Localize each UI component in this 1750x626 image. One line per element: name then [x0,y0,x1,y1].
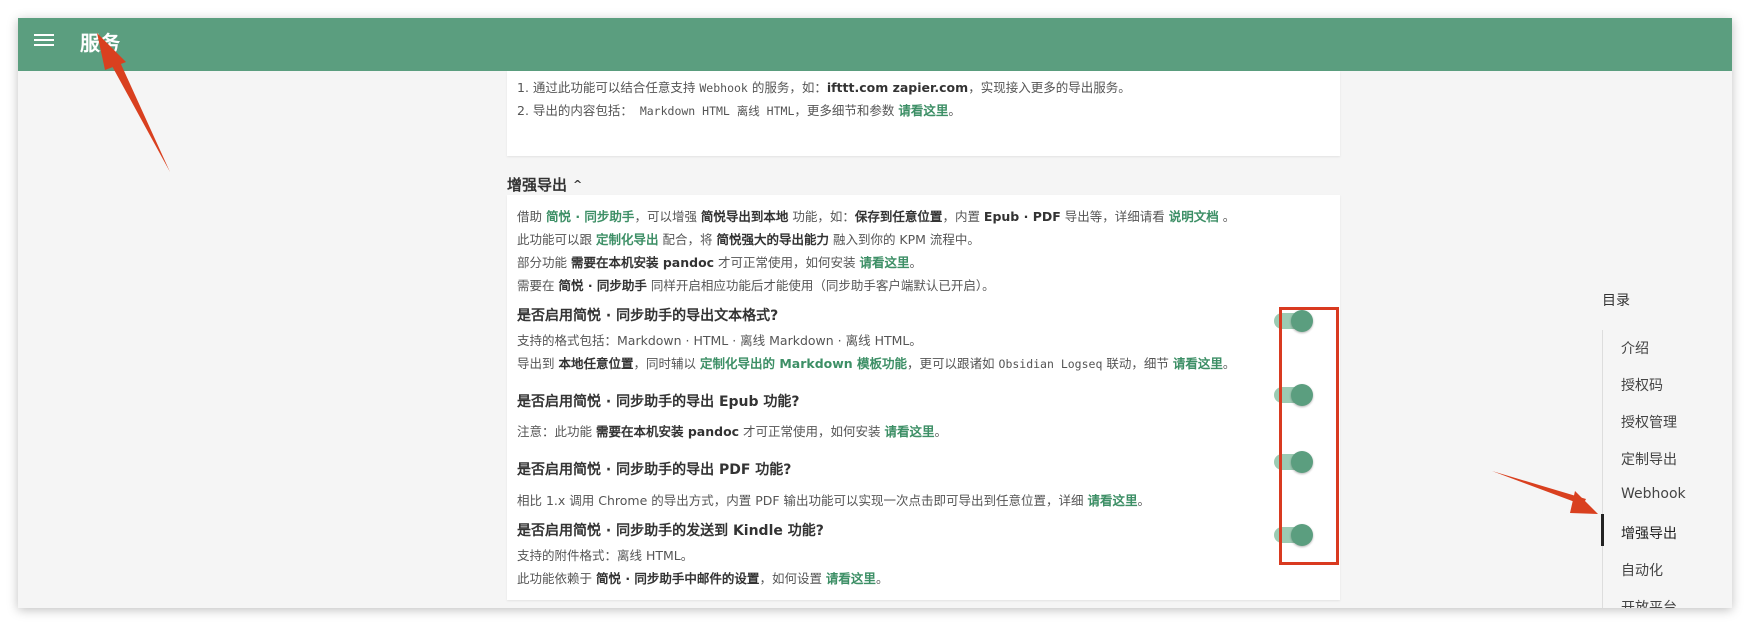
desc-line-2: 此功能可以跟 定制化导出 配合，将 简悦强大的导出能力 融入到你的 KPM 流程… [517,232,980,247]
option-kindle-desc-1: 支持的附件格式：离线 HTML。 [517,548,694,563]
text-format-details-link[interactable]: 请看这里 [1173,356,1223,371]
page-title: 服务 [80,31,120,55]
option-kindle-desc-2: 此功能依赖于 简悦 · 同步助手中邮件的设置，如何设置 请看这里。 [517,571,889,586]
app-bar: 服务 [18,18,1732,71]
toc-item-open-platform[interactable]: 开放平台 [1621,597,1677,608]
chevron-up-icon: ^ [573,178,583,191]
markdown-template-link[interactable]: 定制化导出的 Markdown 模板功能 [700,356,907,371]
toc-item-custom-export[interactable]: 定制导出 [1621,449,1677,469]
hamburger-menu-icon[interactable] [34,31,54,49]
toc-title: 目录 [1602,293,1630,309]
option-text-format-desc-2: 导出到 本地任意位置，同时辅以 定制化导出的 Markdown 模板功能，更可以… [517,356,1236,371]
desc-line-4: 需要在 简悦 · 同步助手 同样开启相应功能后才能使用（同步助手客户端默认已开启… [517,278,995,293]
desc-line-3: 部分功能 需要在本机安装 pandoc 才可正常使用，如何安装 请看这里。 [517,255,923,270]
option-epub-question: 是否启用简悦 · 同步助手的导出 Epub 功能? [517,394,800,410]
toc-item-license-management[interactable]: 授权管理 [1621,412,1677,432]
toc-item-automation[interactable]: 自动化 [1621,560,1663,580]
pandoc-install-link[interactable]: 请看这里 [860,255,910,270]
toc-active-indicator [1601,514,1604,546]
toggles-highlight-box [1279,307,1339,565]
epub-pandoc-link[interactable]: 请看这里 [885,424,935,439]
option-kindle-question: 是否启用简悦 · 同步助手的发送到 Kindle 功能? [517,523,824,539]
docs-link[interactable]: 说明文档 [1169,209,1219,224]
option-text-format-question: 是否启用简悦 · 同步助手的导出文本格式? [517,308,779,324]
option-epub-desc: 注意：此功能 需要在本机安装 pandoc 才可正常使用，如何安装 请看这里。 [517,424,948,439]
kindle-mail-settings-link[interactable]: 请看这里 [826,571,876,586]
desc-line-1: 借助 简悦 · 同步助手，可以增强 简悦导出到本地 功能，如：保存到任意位置，内… [517,209,1236,224]
option-pdf-question: 是否启用简悦 · 同步助手的导出 PDF 功能? [517,462,792,478]
toc-item-intro[interactable]: 介绍 [1621,338,1649,358]
table-of-contents: 介绍 授权码 授权管理 定制导出 Webhook 增强导出 自动化 开放平台 [1601,330,1723,608]
webhook-notes-card: 1. 通过此功能可以结合任意支持 Webhook 的服务，如：ifttt.com… [507,71,1340,156]
pdf-details-link[interactable]: 请看这里 [1088,493,1138,508]
section-header-enhanced-export[interactable]: 增强导出 ^ [507,174,582,195]
app-window: 服务 1. 通过此功能可以结合任意支持 Webhook 的服务，如：ifttt.… [18,18,1732,608]
webhook-details-link[interactable]: 请看这里 [898,103,948,118]
custom-export-link[interactable]: 定制化导出 [596,232,659,247]
option-pdf-desc: 相比 1.x 调用 Chrome 的导出方式，内置 PDF 输出功能可以实现一次… [517,493,1151,508]
toc-item-enhanced-export[interactable]: 增强导出 [1621,523,1677,543]
option-text-format-desc-1: 支持的格式包括：Markdown · HTML · 离线 Markdown · … [517,333,922,348]
webhook-note-2: 2. 导出的内容包括： Markdown HTML 离线 HTML，更多细节和参… [517,103,961,118]
toc-item-license-code[interactable]: 授权码 [1621,375,1663,395]
enhanced-export-card: 借助 简悦 · 同步助手，可以增强 简悦导出到本地 功能，如：保存到任意位置，内… [507,195,1340,600]
sync-helper-link[interactable]: 简悦 · 同步助手 [546,209,634,224]
webhook-note-1: 1. 通过此功能可以结合任意支持 Webhook 的服务，如：ifttt.com… [517,80,1131,95]
toc-item-webhook[interactable]: Webhook [1621,486,1686,502]
